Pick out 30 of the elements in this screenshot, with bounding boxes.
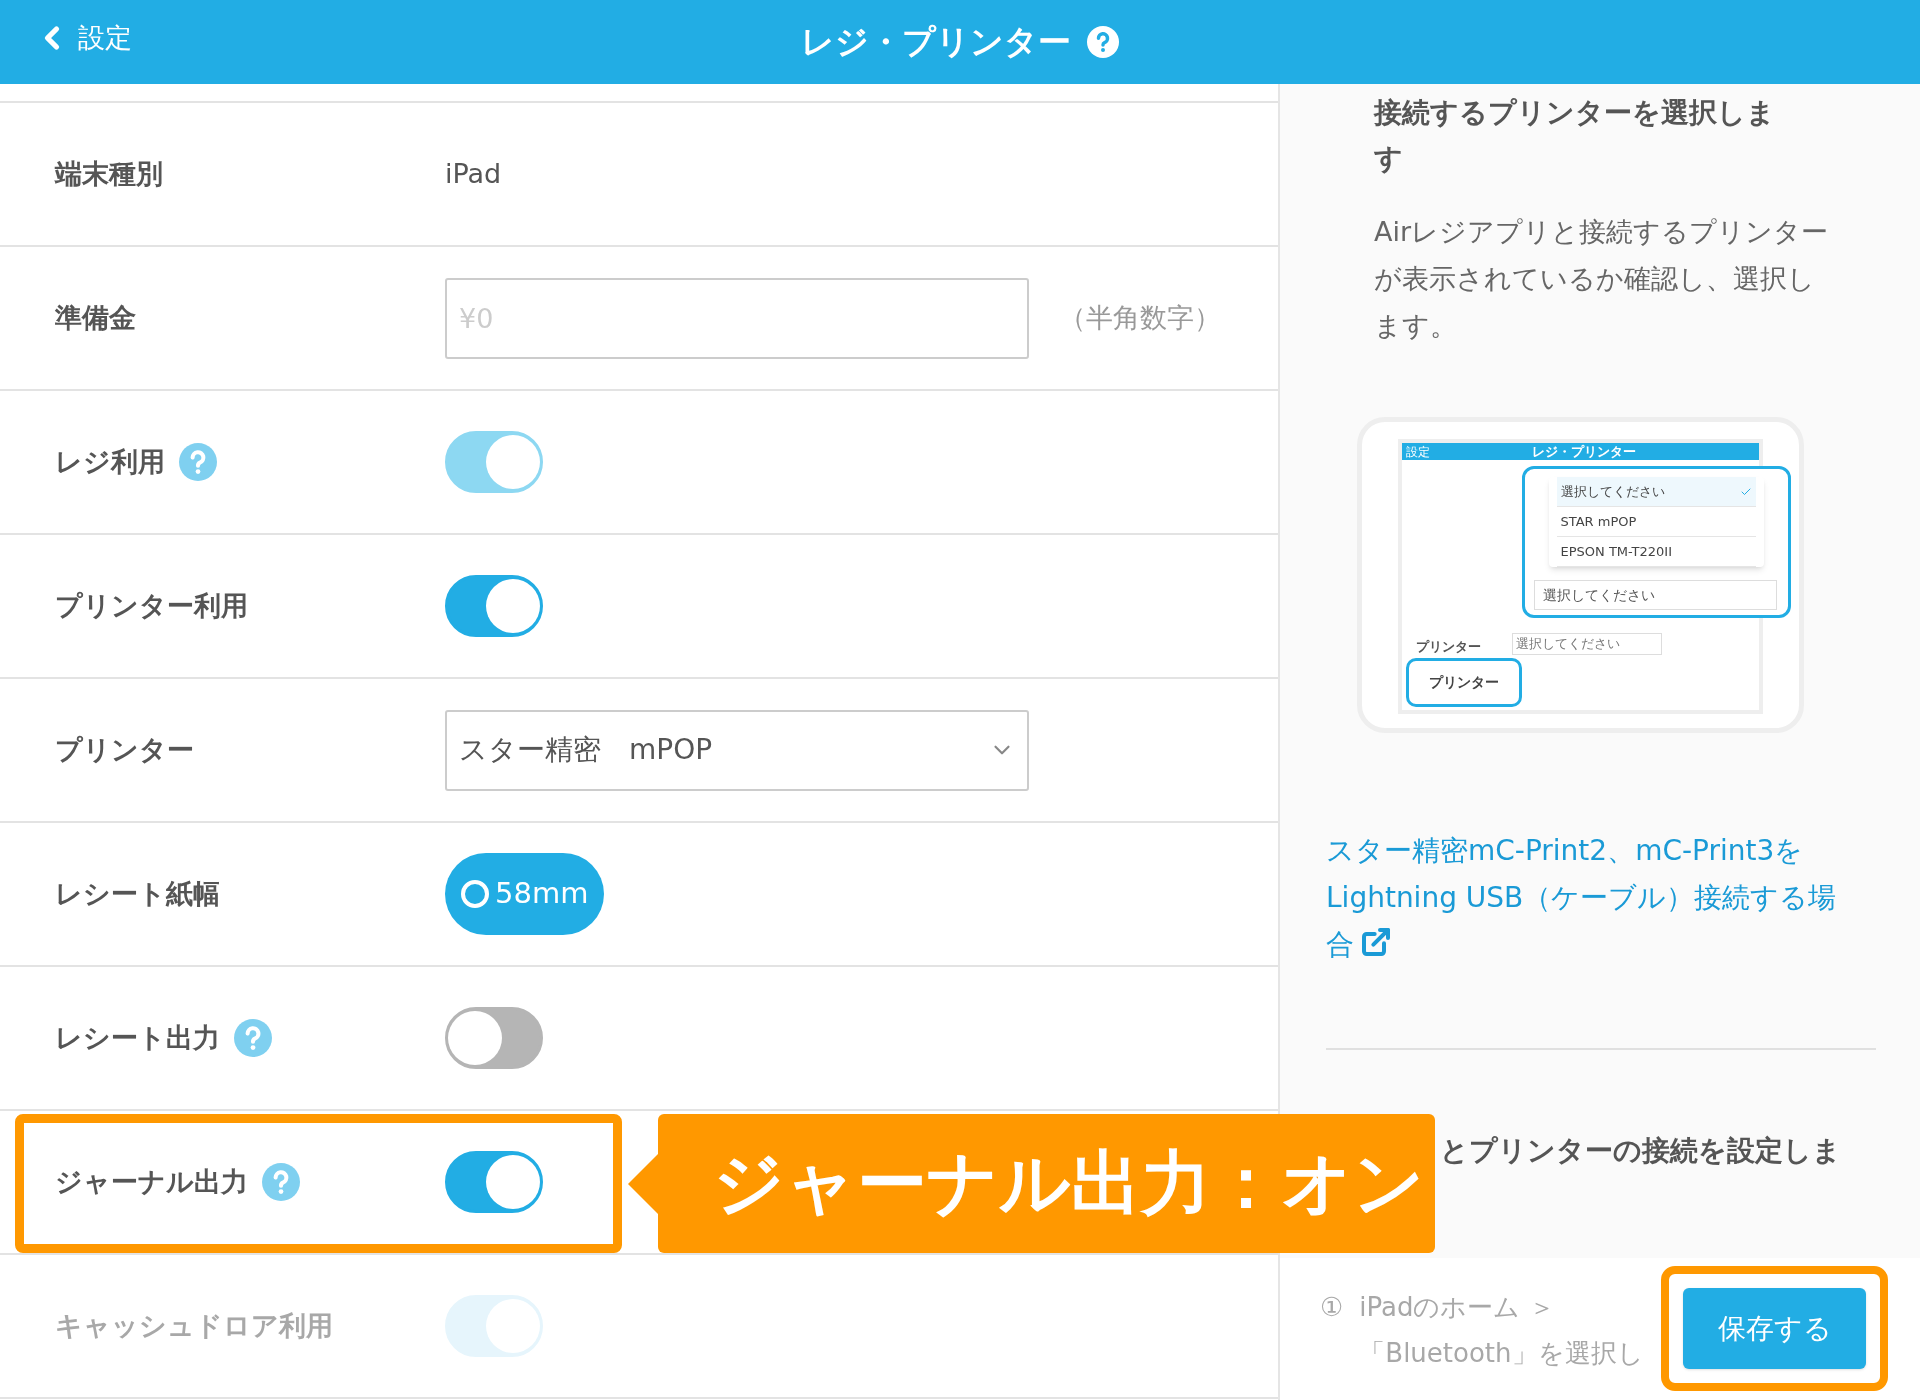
help-icon[interactable] xyxy=(1087,26,1119,58)
window-title: レジ・プリンター xyxy=(801,21,1071,64)
section-heading: 接続するプリンターを選択します xyxy=(1374,95,1776,177)
setting-label: レシート出力 xyxy=(55,1020,220,1055)
help-icon[interactable] xyxy=(262,1163,300,1201)
setting-label: プリンター xyxy=(55,732,194,767)
setting-label: キャッシュドロア利用 xyxy=(55,1308,333,1343)
mini-title: レジ・プリンター xyxy=(1531,445,1636,458)
setting-label: プリンター利用 xyxy=(55,588,248,623)
external-link-icon xyxy=(1360,926,1392,958)
step-text: 「Bluetooth」を選択し xyxy=(1359,1337,1644,1370)
field-value: iPad xyxy=(445,156,502,191)
setting-label: レシート紙幅 xyxy=(55,876,220,911)
annotation-callout: ジャーナル出力：オン xyxy=(628,1114,1435,1253)
section-heading: とプリンターの接続を設定しま xyxy=(1440,1133,1842,1169)
setting-label: ジャーナル出力 xyxy=(55,1164,248,1199)
setting-label: 準備金 xyxy=(55,300,136,335)
label-callout: プリンター xyxy=(1405,658,1522,707)
step-text: iPadのホーム ＞ xyxy=(1359,1291,1556,1324)
help-icon[interactable] xyxy=(234,1019,272,1057)
mini-back: 設定 xyxy=(1405,445,1430,458)
setting-label: 端末種別 xyxy=(55,156,163,191)
callout-pointer xyxy=(628,1153,658,1214)
select-field[interactable]: スター精密 mPOP xyxy=(445,709,1029,791)
input-hint: （半角数字） xyxy=(1059,300,1221,335)
description: Airレジアプリと接続するプリンターが表示されているか確認し、選択します。 xyxy=(1374,215,1830,343)
dropdown-option[interactable]: 選択してください xyxy=(1556,477,1756,507)
mini-label: プリンター xyxy=(1415,638,1481,656)
step-number: ① xyxy=(1320,1291,1344,1324)
setting-label: レジ利用 xyxy=(55,444,165,479)
